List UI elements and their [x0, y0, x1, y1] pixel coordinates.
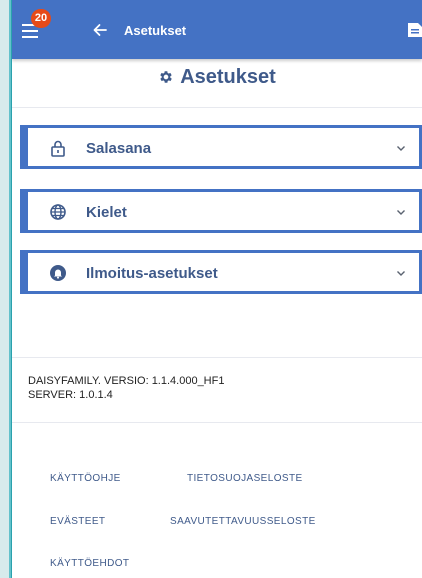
back-arrow-icon[interactable]	[90, 20, 110, 40]
terms-link[interactable]: KÄYTTÖEHDOT	[50, 558, 129, 569]
bell-icon	[50, 265, 66, 281]
app-bar: 20 Asetukset	[12, 0, 422, 59]
menu-icon-line	[22, 30, 38, 32]
section-password[interactable]: Salasana	[20, 125, 422, 169]
server-version: SERVER: 1.0.1.4	[28, 389, 113, 401]
section-label: Salasana	[86, 140, 152, 157]
notification-badge[interactable]: 20	[31, 9, 51, 28]
app-frame: 20 Asetukset Asetukset Salasana Kielet I…	[12, 0, 422, 578]
section-label: Ilmoitus-asetukset	[86, 265, 218, 282]
accessibility-link[interactable]: SAAVUTETTAVUUSSELOSTE	[170, 516, 316, 527]
cookies-link[interactable]: EVÄSTEET	[50, 516, 105, 527]
privacy-link[interactable]: TIETOSUOJASELOSTE	[187, 473, 303, 484]
page-title-text: Asetukset	[180, 66, 276, 88]
section-label: Kielet	[86, 204, 127, 221]
document-icon[interactable]	[406, 21, 422, 39]
globe-icon	[50, 204, 66, 220]
chevron-down-icon	[397, 210, 405, 215]
chevron-down-icon	[397, 146, 405, 151]
divider	[12, 107, 422, 108]
divider	[12, 422, 422, 423]
manual-link[interactable]: KÄYTTÖOHJE	[50, 473, 121, 484]
menu-icon-line	[22, 36, 38, 38]
divider	[12, 357, 422, 358]
app-version: DAISYFAMILY. VERSIO: 1.1.4.000_HF1	[28, 375, 225, 387]
lock-icon	[51, 140, 65, 157]
gear-icon	[160, 71, 172, 83]
section-languages[interactable]: Kielet	[20, 189, 422, 233]
chevron-down-icon	[397, 271, 405, 276]
page-title: Asetukset	[12, 62, 422, 92]
appbar-title: Asetukset	[124, 23, 187, 38]
version-info: DAISYFAMILY. VERSIO: 1.1.4.000_HF1 SERVE…	[28, 374, 224, 402]
section-notifications[interactable]: Ilmoitus-asetukset	[20, 250, 422, 294]
